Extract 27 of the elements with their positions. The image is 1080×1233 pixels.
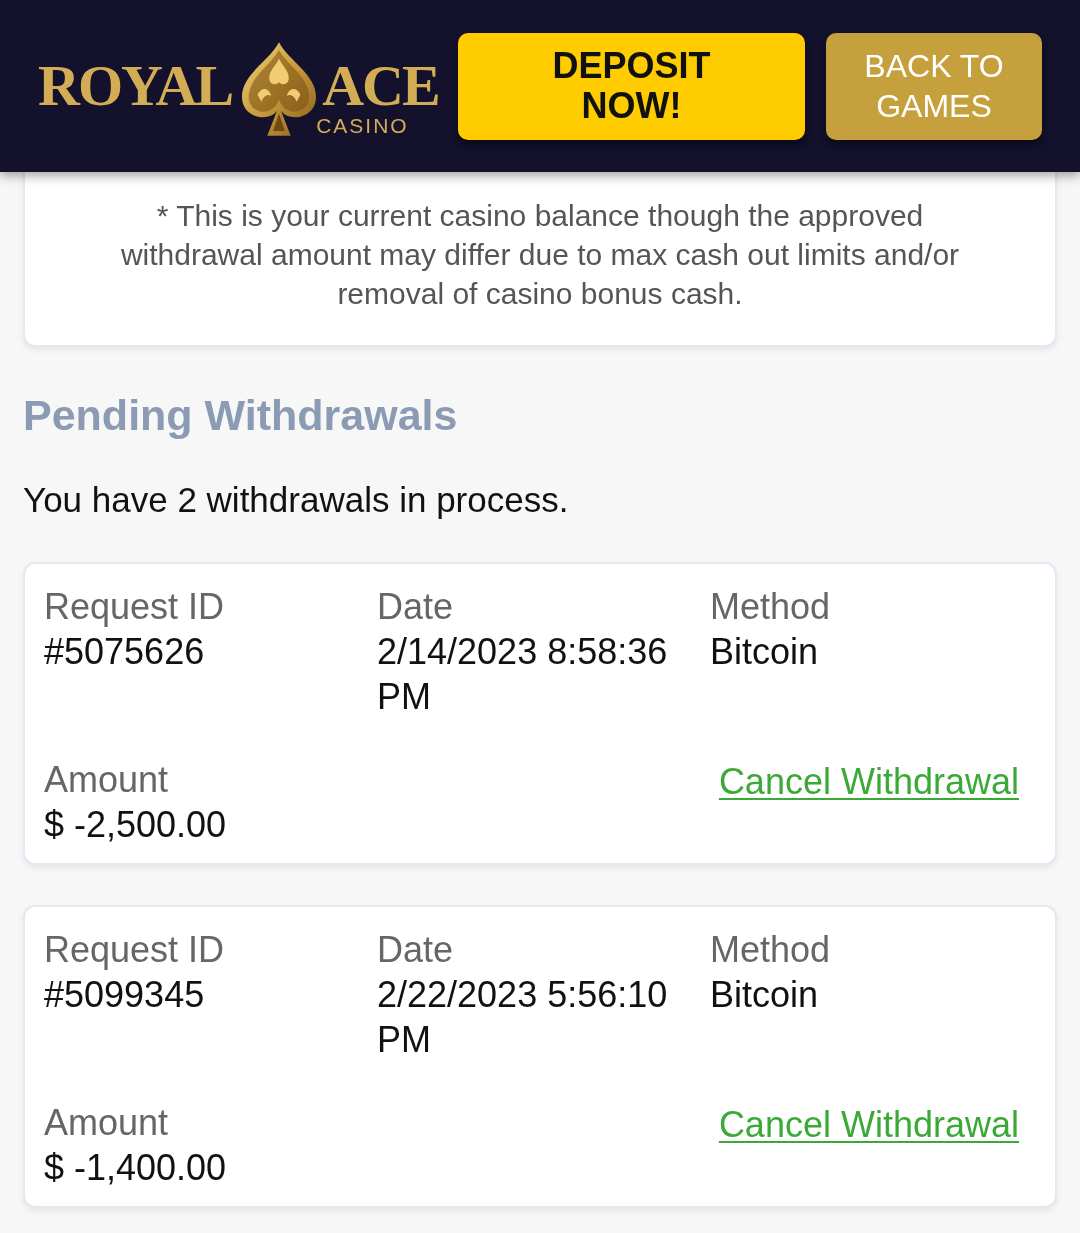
field-label: Method — [710, 585, 831, 629]
amount-value: $ -2,500.00 — [44, 803, 227, 847]
field-label: Date — [377, 928, 454, 972]
deposit-button[interactable]: DEPOSIT NOW! — [458, 32, 805, 140]
field-label: Request ID — [44, 928, 225, 972]
back-to-games-button[interactable]: BACK TO GAMES — [826, 32, 1042, 140]
field-label: Date — [377, 585, 454, 629]
field-label: Method — [710, 928, 831, 972]
spade-icon — [240, 41, 319, 137]
date-value: 2/14/2023 8:58:36 PM — [377, 630, 669, 719]
method-value: Bitcoin — [710, 630, 819, 674]
request-id-value: #5075626 — [44, 630, 205, 674]
field-label: Amount — [44, 758, 169, 802]
balance-note: * This is your current casino balance though the approved withdrawal amount may differ due to max cash out limits and/or removal of casino bonus cash. — [119, 198, 961, 312]
amount-value: $ -1,400.00 — [44, 1146, 227, 1190]
field-label: Request ID — [44, 585, 225, 629]
summary-text: You have 2 withdrawals in process. — [23, 479, 570, 521]
field-label: Amount — [44, 1101, 169, 1145]
request-id-value: #5099345 — [44, 973, 205, 1017]
cancel-withdrawal-link[interactable]: Cancel Withdrawal — [718, 759, 1019, 804]
logo-text: ACE — [322, 57, 439, 115]
method-value: Bitcoin — [710, 973, 819, 1017]
logo-tagline: CASINO — [316, 115, 409, 137]
logo-text: ROYAL — [38, 57, 233, 115]
date-value: 2/22/2023 5:56:10 PM — [377, 973, 669, 1062]
section-heading: Pending Withdrawals — [23, 391, 459, 439]
cancel-withdrawal-link[interactable]: Cancel Withdrawal — [718, 1102, 1019, 1147]
